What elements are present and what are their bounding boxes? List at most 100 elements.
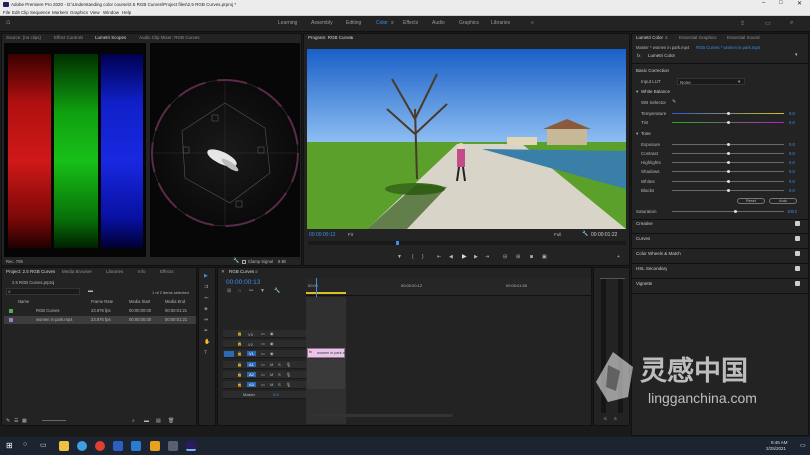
ripple-edit-tool-icon[interactable]: ⟛ — [204, 295, 209, 301]
go-to-out-icon[interactable]: ⇥ — [485, 254, 489, 260]
settings-wrench-icon[interactable]: 🔧 — [582, 231, 588, 237]
track-label[interactable]: A3 — [247, 382, 256, 387]
workspace-editing[interactable]: Editing — [346, 20, 361, 26]
scope-colorspace[interactable]: Rec. 709 — [6, 259, 23, 264]
nest-icon[interactable]: ⊞ — [227, 288, 231, 294]
tab-project[interactable]: Project: 2.5 RGB Curves — [6, 269, 55, 274]
program-scrubber[interactable] — [308, 241, 626, 245]
timeline-clip[interactable]: fx women in park.m — [307, 348, 346, 358]
menu-sequence[interactable]: Sequence — [30, 10, 50, 15]
tab-sequence[interactable]: RGB Curves — [229, 269, 254, 274]
microphone-icon[interactable]: 🎙 — [286, 362, 291, 367]
mute-button[interactable]: M — [270, 382, 273, 387]
program-current-timecode[interactable]: 00:00:00:13 — [309, 232, 335, 238]
workspace-libraries[interactable]: Libraries — [491, 20, 510, 26]
fx-options-icon[interactable]: ▾ — [795, 52, 798, 58]
mark-in-icon[interactable]: { — [412, 254, 414, 260]
resolution-select[interactable]: Full — [554, 232, 561, 237]
source-patch-v1[interactable] — [224, 351, 234, 357]
close-icon[interactable]: ✕ — [797, 0, 802, 7]
write-protect-icon[interactable]: ✎ — [6, 418, 10, 424]
col-media-end[interactable]: Media End — [165, 299, 185, 304]
slip-tool-icon[interactable]: ⇹ — [204, 317, 208, 323]
workspace-color[interactable]: Color — [376, 20, 388, 26]
play-icon[interactable]: ▶ — [462, 253, 467, 260]
sync-lock-icon[interactable]: ▭ — [261, 362, 265, 367]
store-icon[interactable] — [131, 441, 141, 451]
more-workspaces-icon[interactable]: » — [531, 20, 534, 26]
blacks-value[interactable]: 0.0 — [789, 188, 795, 193]
track-label[interactable]: V3 — [248, 332, 253, 337]
temperature-value[interactable]: 0.0 — [789, 111, 795, 116]
solo-left-button[interactable]: S — [604, 416, 607, 421]
tab-effect-controls[interactable]: Effect Controls — [54, 35, 83, 40]
new-bin-button-icon[interactable]: ▬ — [144, 418, 149, 424]
list-view-icon[interactable]: ☰ — [14, 418, 18, 424]
tab-essential-graphics[interactable]: Essential Graphics — [679, 35, 717, 40]
quick-export-icon[interactable]: ▭ — [765, 20, 771, 27]
saturation-slider[interactable] — [672, 210, 784, 213]
snap-icon[interactable]: ∩ — [238, 288, 242, 294]
lock-icon[interactable]: 🔒 — [237, 362, 242, 367]
linked-selection-icon[interactable]: ⚯ — [249, 288, 253, 294]
search-icon[interactable]: ⌕ — [790, 20, 793, 27]
search-icon[interactable]: ○ — [23, 441, 27, 448]
track-label[interactable]: A2 — [247, 372, 256, 377]
home-icon[interactable]: ⌂ — [6, 19, 10, 26]
mail-icon[interactable] — [113, 441, 123, 451]
hand-tool-icon[interactable]: ✋ — [204, 339, 210, 345]
new-item-icon[interactable]: ▤ — [156, 418, 161, 424]
project-row-1[interactable]: women in park.mp4 23.976 fps 00:00:00:00… — [4, 316, 196, 324]
icon-view-icon[interactable]: ▦ — [22, 418, 27, 424]
solo-right-button[interactable]: S — [614, 416, 617, 421]
menu-graphics[interactable]: Graphics — [70, 10, 88, 15]
tint-slider[interactable] — [672, 121, 784, 124]
master-clip-label[interactable]: Master * women in park.mp4 — [636, 45, 689, 50]
master-volume[interactable]: 0.0 — [273, 392, 279, 397]
sync-lock-icon[interactable]: ▭ — [261, 331, 265, 336]
lock-icon[interactable]: 🔒 — [237, 372, 242, 377]
sequence-menu-icon[interactable]: ≡ — [255, 269, 258, 274]
shadows-slider[interactable] — [672, 170, 784, 173]
col-media-start[interactable]: Media Start — [129, 299, 150, 304]
highlights-slider[interactable] — [672, 161, 784, 164]
tint-value[interactable]: 0.0 — [789, 120, 795, 125]
timeline-timecode[interactable]: 00:00:00:13 — [226, 279, 260, 286]
lock-icon[interactable]: 🔒 — [237, 351, 242, 356]
temperature-slider[interactable] — [672, 112, 784, 115]
color-wheels-header[interactable]: Color Wheels & Match — [636, 251, 681, 256]
find-icon[interactable]: ⌕ — [132, 418, 135, 424]
eye-icon[interactable]: ◉ — [270, 331, 274, 336]
work-area-bar[interactable] — [306, 292, 346, 294]
workspace-learning[interactable]: Learning — [278, 20, 297, 26]
zoom-slider[interactable] — [42, 420, 66, 421]
lock-icon[interactable]: 🔒 — [237, 341, 242, 346]
creative-enable-checkbox[interactable] — [795, 221, 800, 226]
input-lut-select[interactable]: None ▾ — [677, 78, 745, 85]
app-icon[interactable] — [168, 441, 178, 451]
microphone-icon[interactable]: 🎙 — [286, 372, 291, 377]
export-frame-icon[interactable]: ◙ — [530, 254, 533, 260]
premiere-taskbar-icon[interactable] — [186, 441, 196, 451]
hsl-secondary-enable-checkbox[interactable] — [795, 266, 800, 271]
project-search-input[interactable]: ⌕ — [6, 288, 80, 295]
workspace-effects[interactable]: Effects — [403, 20, 418, 26]
sync-lock-icon[interactable]: ▭ — [261, 351, 265, 356]
lumetri-menu-icon[interactable]: ≡ — [665, 35, 668, 40]
task-view-icon[interactable]: ▭ — [40, 441, 47, 449]
auto-button[interactable]: Auto — [769, 198, 797, 204]
clock-date[interactable]: 2/25/2021 — [766, 446, 786, 451]
step-back-icon[interactable]: ◀ — [449, 254, 453, 260]
pen-tool-icon[interactable]: ✒ — [204, 328, 208, 334]
active-clip-label[interactable]: RGB Curves * women in park.mp4 — [696, 45, 760, 50]
track-select-tool-icon[interactable]: ⇉ — [204, 284, 208, 290]
exposure-slider[interactable] — [672, 143, 784, 146]
timeline-zoom-scrollbar[interactable] — [313, 414, 453, 417]
lock-icon[interactable]: 🔒 — [237, 331, 242, 336]
new-bin-icon[interactable]: ▬ — [88, 288, 93, 294]
reset-button[interactable]: Reset — [737, 198, 765, 204]
clamp-signal-checkbox[interactable] — [242, 260, 246, 264]
bit-depth-select[interactable]: 8 Bit — [278, 259, 286, 264]
menu-file[interactable]: File — [3, 10, 10, 15]
type-tool-icon[interactable]: T — [204, 350, 207, 356]
